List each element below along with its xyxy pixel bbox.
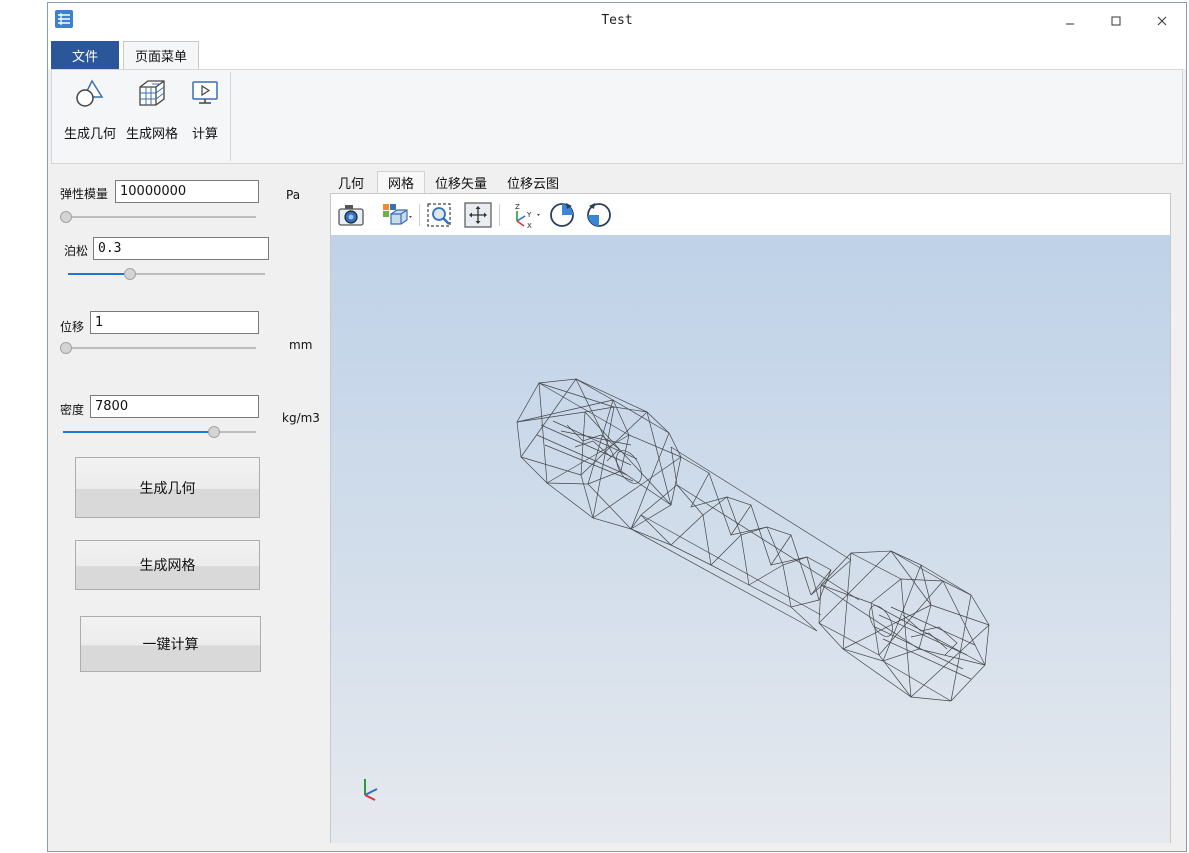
viewport-3d[interactable] [331, 235, 1170, 843]
density-label: 密度 [60, 403, 85, 417]
ribbon-compute-button[interactable]: 计算 [188, 76, 222, 142]
density-input[interactable]: 7800 [90, 395, 259, 418]
poisson-input[interactable]: 0.3 [93, 237, 269, 260]
ribbon-gen-geometry-label: 生成几何 [64, 127, 117, 142]
fit-all-icon[interactable] [463, 202, 493, 228]
mesh-wireframe [516, 378, 990, 702]
one-click-compute-button[interactable]: 一键计算 [80, 616, 261, 672]
tab-file[interactable]: 文件 [51, 41, 119, 69]
elastic-modulus-unit: Pa [286, 188, 301, 202]
menu-tabs: 文件 页面菜单 [48, 39, 1186, 69]
view-orientation-icon[interactable] [380, 202, 416, 228]
svg-text:X: X [527, 222, 532, 229]
parameter-panel: 弹性模量 10000000 Pa 泊松 0.3 位移 1 mm 密度 7800 … [51, 167, 325, 849]
displacement-label: 位移 [60, 320, 85, 334]
displacement-unit: mm [289, 338, 313, 352]
geometry-icon [73, 76, 107, 110]
elastic-modulus-slider[interactable] [60, 211, 256, 223]
toolbar-separator [499, 204, 500, 226]
elastic-modulus-input[interactable]: 10000000 [115, 180, 259, 203]
zoom-box-icon[interactable] [425, 202, 455, 228]
main-window: Test 文件 页面菜单 生成几何 生成网格 计算 弹性模量 10000000 … [47, 2, 1187, 852]
ribbon-gen-geometry-button[interactable]: 生成几何 [64, 76, 116, 142]
camera-icon[interactable] [336, 202, 366, 228]
close-icon[interactable] [1140, 7, 1184, 35]
compute-icon [188, 76, 222, 110]
density-slider[interactable] [63, 426, 256, 438]
svg-text:Z: Z [515, 203, 520, 211]
axes-triad-icon [364, 779, 378, 801]
axes-orientation-icon[interactable]: Z Y X [508, 202, 544, 229]
ribbon-gen-mesh-button[interactable]: 生成网格 [126, 76, 178, 142]
viewer-panel: Z Y X [330, 193, 1171, 843]
toolbar-separator [419, 204, 420, 226]
tab-displacement-vector[interactable]: 位移矢量 [429, 171, 493, 193]
gen-geometry-button[interactable]: 生成几何 [75, 457, 260, 518]
ribbon-gen-mesh-label: 生成网格 [126, 127, 179, 142]
maximize-icon[interactable] [1094, 7, 1138, 35]
displacement-slider[interactable] [60, 342, 256, 354]
mesh-icon [135, 76, 169, 110]
ribbon-separator [230, 72, 231, 161]
viewer-toolbar: Z Y X [331, 194, 1170, 235]
window-title: Test [601, 13, 633, 28]
elastic-modulus-label: 弹性模量 [60, 187, 109, 201]
title-bar: Test [48, 3, 1186, 39]
svg-text:Y: Y [526, 211, 532, 219]
rotate-cw-icon[interactable] [547, 202, 577, 228]
tab-mesh[interactable]: 网格 [377, 171, 425, 193]
minimize-icon[interactable] [1048, 7, 1092, 35]
tab-geometry[interactable]: 几何 [331, 171, 371, 193]
displacement-input[interactable]: 1 [90, 311, 259, 334]
tab-displacement-contour[interactable]: 位移云图 [501, 171, 565, 193]
ribbon-compute-label: 计算 [191, 127, 218, 142]
rotate-ccw-icon[interactable] [584, 202, 614, 228]
poisson-label: 泊松 [64, 244, 89, 258]
tab-page-menu[interactable]: 页面菜单 [123, 41, 199, 69]
ribbon: 生成几何 生成网格 计算 [51, 69, 1183, 164]
poisson-slider[interactable] [68, 268, 265, 280]
gen-mesh-button[interactable]: 生成网格 [75, 540, 260, 590]
density-unit: kg/m3 [282, 411, 320, 425]
